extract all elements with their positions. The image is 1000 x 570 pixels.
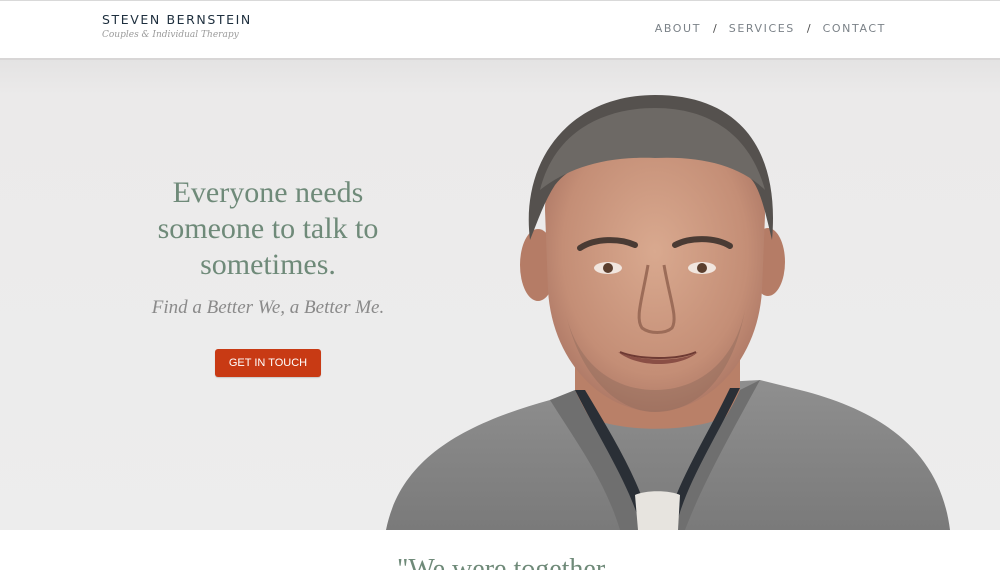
nav-separator: / [806, 22, 811, 35]
get-in-touch-button[interactable]: GET IN TOUCH [214, 349, 322, 377]
nav-link-about[interactable]: ABOUT [655, 22, 701, 35]
hero-heading-line: Everyone needs [172, 176, 364, 209]
hero-text-block: Everyone needs someone to talk to someti… [128, 175, 408, 377]
brand-tagline: Couples & Individual Therapy [102, 30, 239, 40]
brand-logo[interactable]: STEVEN BERNSTEIN Couples & Individual Th… [102, 12, 252, 40]
portrait-photo [386, 95, 950, 530]
main-nav: ABOUT / SERVICES / CONTACT [655, 22, 886, 35]
nav-link-services[interactable]: SERVICES [729, 22, 795, 35]
brand-name: STEVEN BERNSTEIN [102, 12, 252, 27]
hero-heading-line: sometimes. [200, 248, 336, 281]
nav-link-contact[interactable]: CONTACT [823, 22, 886, 35]
hero-heading: Everyone needs someone to talk to someti… [128, 175, 408, 283]
hero-section: Everyone needs someone to talk to someti… [0, 60, 1000, 530]
hero-heading-line: someone to talk to [157, 212, 379, 245]
nav-separator: / [713, 22, 717, 35]
site-header: STEVEN BERNSTEIN Couples & Individual Th… [0, 0, 1000, 60]
testimonial-quote: "We were together [397, 554, 606, 570]
testimonial-section: "We were together [0, 530, 1000, 570]
hero-subheading: Find a Better We, a Better Me. [151, 297, 385, 318]
